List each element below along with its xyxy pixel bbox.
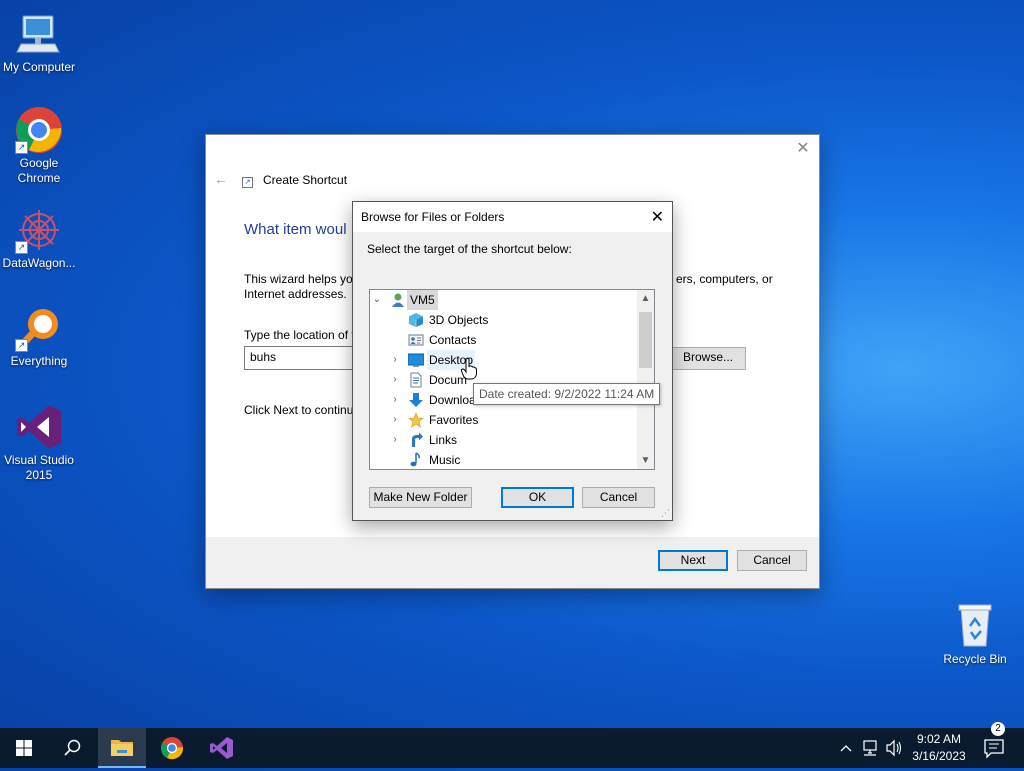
- chevron-right-icon[interactable]: ›: [389, 390, 401, 410]
- desktop-icon-label: Everything: [10, 354, 68, 368]
- contacts-icon: [408, 332, 424, 348]
- file-explorer-icon: [111, 740, 133, 756]
- chrome-icon: [160, 737, 184, 760]
- desktop-icon: [407, 352, 425, 368]
- shortcut-arrow-icon: ↗: [15, 339, 28, 352]
- desktop-icon-recycle-bin[interactable]: Recycle Bin: [936, 602, 1014, 667]
- wizard-footer: Next Cancel: [206, 537, 819, 588]
- desktop-icon-everything[interactable]: ↗ Everything: [0, 304, 78, 369]
- resize-grip-icon[interactable]: ⋰: [661, 509, 670, 518]
- search-button[interactable]: [48, 728, 96, 768]
- tree-item-links[interactable]: › Links: [370, 430, 638, 450]
- search-icon: [64, 739, 81, 756]
- clock-date: 3/16/2023: [912, 749, 966, 763]
- tree-item-label: VM5: [407, 290, 438, 310]
- next-button[interactable]: Next: [658, 550, 728, 571]
- browse-button[interactable]: Browse...: [670, 347, 746, 370]
- notification-count-badge: 2: [991, 722, 1005, 736]
- desktop-icon-label: My Computer: [2, 60, 76, 74]
- tree-item-favorites[interactable]: › Favorites: [370, 410, 638, 430]
- music-icon: [408, 452, 424, 468]
- chevron-right-icon[interactable]: ›: [389, 410, 401, 430]
- desktop-icon-label: DataWagon...: [2, 256, 76, 270]
- close-icon[interactable]: ✕: [651, 207, 664, 227]
- tree-item-vm5[interactable]: ⌄ VM5: [370, 290, 638, 310]
- cancel-button[interactable]: Cancel: [582, 487, 655, 508]
- tree-item-label: Downloa: [429, 393, 476, 407]
- chevron-right-icon[interactable]: ›: [389, 370, 401, 390]
- datawagon-icon: ↗: [15, 206, 63, 254]
- tree-item-label: Favorites: [429, 413, 479, 427]
- everything-search-icon: ↗: [15, 304, 63, 352]
- browse-dialog: Browse for Files or Folders ✕ Select the…: [352, 201, 673, 521]
- volume-icon[interactable]: [884, 728, 904, 768]
- shortcut-arrow-icon: ↗: [15, 241, 28, 254]
- shortcut-arrow-icon: ↗: [15, 141, 28, 154]
- tree-item-label: Music: [429, 453, 461, 467]
- clock-time: 9:02 AM: [916, 732, 962, 746]
- star-icon: [408, 412, 424, 428]
- scrollbar-thumb[interactable]: [639, 312, 652, 368]
- taskbar-visual-studio[interactable]: [197, 728, 245, 768]
- taskbar-chrome[interactable]: [148, 728, 196, 768]
- recycle-bin-icon: [951, 602, 999, 650]
- click-next-text: Click Next to continu: [244, 403, 354, 417]
- hand-cursor-icon: [460, 358, 477, 380]
- visual-studio-icon: [15, 403, 63, 451]
- cancel-button[interactable]: Cancel: [737, 550, 807, 571]
- location-label: Type the location of t: [244, 328, 355, 342]
- shortcut-icon: ↗: [242, 177, 253, 188]
- user-folder-icon: [390, 292, 406, 308]
- tree-item-3d-objects[interactable]: 3D Objects: [370, 310, 638, 330]
- folder-tree[interactable]: ⌄ VM5 3D Objects Contacts › Desktop › Do…: [369, 289, 655, 470]
- wizard-title: Create Shortcut: [263, 173, 348, 187]
- scroll-down-arrow-icon[interactable]: ▼: [637, 452, 654, 469]
- browse-dialog-title: Browse for Files or Folders: [361, 210, 505, 224]
- tree-item-desktop[interactable]: › Desktop: [370, 350, 638, 370]
- start-button[interactable]: [0, 728, 48, 768]
- wizard-description-line2: Internet addresses.: [244, 287, 347, 301]
- browse-prompt: Select the target of the shortcut below:: [367, 242, 572, 256]
- back-arrow-icon[interactable]: ←: [214, 171, 228, 187]
- taskbar: 9:02 AM 3/16/2023 2: [0, 722, 1024, 768]
- tree-scrollbar[interactable]: ▲ ▼: [637, 290, 654, 469]
- date-created-tooltip: Date created: 9/2/2022 11:24 AM: [473, 383, 661, 405]
- desktop-icon-my-computer[interactable]: My Computer: [0, 10, 78, 75]
- make-new-folder-button[interactable]: Make New Folder: [369, 487, 472, 508]
- tree-item-label: 3D Objects: [429, 313, 489, 327]
- scroll-up-arrow-icon[interactable]: ▲: [637, 290, 654, 307]
- cube-icon: [408, 312, 424, 328]
- tree-item-contacts[interactable]: Contacts: [370, 330, 638, 350]
- taskbar-file-explorer[interactable]: [98, 728, 146, 768]
- chevron-right-icon[interactable]: ›: [389, 430, 401, 450]
- chevron-right-icon[interactable]: ›: [389, 350, 401, 370]
- computer-icon: [15, 10, 63, 58]
- links-icon: [408, 432, 424, 448]
- browse-titlebar: Browse for Files or Folders ✕: [353, 202, 672, 232]
- desktop-icon-datawagon[interactable]: ↗ DataWagon...: [0, 206, 78, 271]
- wizard-heading: What item woul: [244, 221, 347, 238]
- network-icon[interactable]: [860, 728, 882, 768]
- tree-item-label: Links: [429, 433, 458, 447]
- desktop-icon-label: Google Chrome: [17, 156, 61, 185]
- desktop-icon-label: Recycle Bin: [943, 652, 1007, 666]
- show-hidden-icons-chevron-icon[interactable]: [838, 728, 854, 768]
- windows-logo-icon: [16, 740, 32, 756]
- desktop-icon-visual-studio[interactable]: Visual Studio 2015: [0, 403, 78, 483]
- tree-item-music[interactable]: Music: [370, 450, 638, 469]
- visual-studio-icon: [210, 737, 233, 759]
- downloads-icon: [408, 392, 424, 408]
- wizard-description-right: ers, computers, or: [676, 272, 773, 286]
- ok-button[interactable]: OK: [501, 487, 574, 508]
- close-icon[interactable]: ✕: [795, 141, 811, 157]
- tree-item-label: Contacts: [429, 333, 477, 347]
- documents-icon: [408, 372, 424, 388]
- chrome-icon: ↗: [15, 106, 63, 154]
- desktop-icon-google-chrome[interactable]: ↗ Google Chrome: [0, 106, 78, 186]
- chevron-down-icon[interactable]: ⌄: [371, 290, 383, 310]
- desktop-icon-label: Visual Studio 2015: [4, 453, 74, 482]
- taskbar-clock[interactable]: 9:02 AM 3/16/2023: [904, 731, 974, 765]
